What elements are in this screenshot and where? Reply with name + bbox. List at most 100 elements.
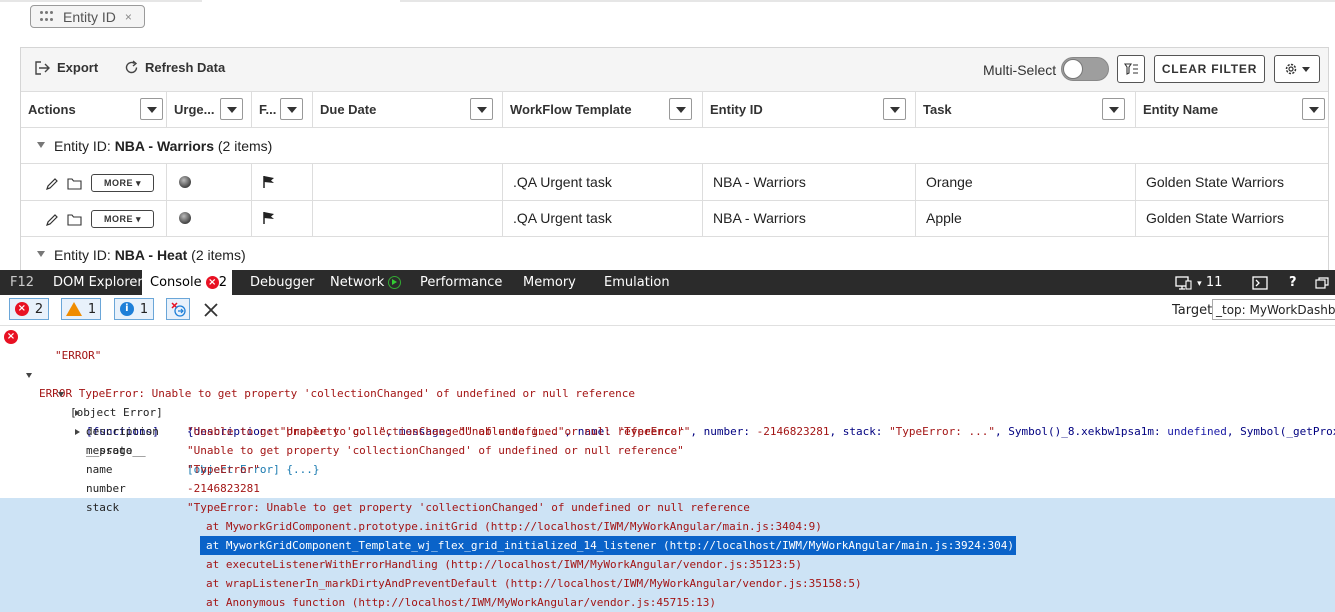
filter-icon (1123, 63, 1138, 75)
collapse-caret-icon[interactable] (37, 251, 45, 257)
column-header-entity-id[interactable]: Entity ID (703, 92, 916, 127)
refresh-data-button[interactable]: Refresh Data (124, 60, 225, 75)
multiselect-toggle[interactable] (1061, 57, 1109, 81)
folder-icon[interactable] (67, 178, 82, 190)
console-error-entry[interactable]: × ERROR TypeError: Unable to get propert… (0, 327, 1335, 400)
column-menu-button[interactable] (280, 98, 303, 120)
devtools-panel: F12 DOM Explorer Console × 2 Debugger Net… (0, 270, 1335, 612)
folder-icon[interactable] (67, 214, 82, 226)
grid-header-row: Actions Urge... F... Due Date WorkFlow T… (21, 92, 1328, 128)
group-row-warriors[interactable]: Entity ID: NBA - Warriors (2 items) (21, 128, 1328, 164)
target-select[interactable]: _top: MyWorkDashboard (1212, 299, 1335, 320)
clear-console-icon[interactable] (203, 302, 219, 318)
stack-trace-line[interactable]: at wrapListenerIn_markDirtyAndPreventDef… (0, 574, 1335, 593)
version-number: 11 (1205, 275, 1223, 290)
column-header-workflow-template[interactable]: WorkFlow Template (503, 92, 703, 127)
device-mode-button[interactable]: ▾ 11 (1175, 270, 1222, 295)
console-prop-row: description "Unable to get property 'coll… (86, 425, 684, 438)
drag-handle-icon[interactable] (40, 10, 54, 23)
console-stack-row[interactable]: stack "TypeError: Unable to get property … (0, 498, 1335, 517)
more-menu-button[interactable]: MORE ▾ (91, 210, 154, 228)
flag-cell (252, 164, 313, 200)
stack-trace-line[interactable]: at MyworkGridComponent.prototype.initGri… (0, 517, 1335, 536)
column-menu-button[interactable] (669, 98, 692, 120)
info-icon: i (119, 302, 134, 316)
stack-trace-line[interactable]: at MyworkGridComponent_Template_wj_flex_… (0, 536, 1335, 555)
target-label: Target (1172, 303, 1213, 318)
actions-cell: MORE ▾ (21, 164, 167, 200)
entity-name-cell: Golden State Warriors (1146, 174, 1284, 190)
stack-trace-line[interactable]: at executeListenerWithErrorHandling (htt… (0, 555, 1335, 574)
table-row[interactable]: MORE ▾ .QA Urgent task NBA - Warriors Ap… (21, 200, 1328, 237)
column-header-urgent[interactable]: Urge... (167, 92, 252, 127)
error-string: "ERROR" (55, 349, 102, 362)
column-menu-button[interactable] (883, 98, 906, 120)
tab-dom-explorer[interactable]: DOM Explorer (53, 270, 143, 295)
window-icon (1315, 276, 1329, 289)
column-menu-button[interactable] (1102, 98, 1125, 120)
workflow-template-cell: .QA Urgent task (503, 164, 703, 200)
clear-on-navigate-button[interactable] (166, 298, 190, 320)
monitor-icon (1175, 275, 1192, 290)
gear-icon (1285, 63, 1297, 75)
console-object-row[interactable]: [object Error] {description: "Unable to … (0, 365, 1335, 438)
column-header-actions[interactable]: Actions (21, 92, 167, 127)
group-row-heat[interactable]: Entity ID: NBA - Heat (2 items) (21, 237, 1328, 270)
multiselect-label: Multi-Select (983, 62, 1057, 78)
flag-icon[interactable] (262, 211, 276, 225)
filter-chip-entity-id[interactable]: Entity ID × (30, 5, 145, 28)
column-menu-button[interactable] (470, 98, 493, 120)
warning-icon (65, 302, 82, 316)
errors-filter-button[interactable]: × 2 (9, 298, 49, 320)
flag-icon[interactable] (262, 175, 276, 189)
actions-cell: MORE ▾ (21, 200, 167, 236)
app-area: Entity ID × Export Refresh Data Multi-Se… (0, 0, 1335, 270)
tab-debugger[interactable]: Debugger (250, 270, 314, 295)
console-prop-row: message "Unable to get property 'collecti… (86, 444, 684, 457)
console-functions-row[interactable]: [functions] (0, 384, 1335, 438)
console-error-count: 2 (218, 275, 228, 290)
tab-network[interactable]: Network (330, 270, 402, 295)
warnings-filter-button[interactable]: 1 (61, 298, 101, 320)
tab-performance[interactable]: Performance (420, 270, 502, 295)
more-menu-button[interactable]: MORE ▾ (91, 174, 154, 192)
info-filter-button[interactable]: i1 (114, 298, 154, 320)
error-icon: × (4, 330, 18, 344)
tab-console[interactable]: Console × 2 (142, 270, 232, 295)
column-menu-button[interactable] (220, 98, 243, 120)
table-row[interactable]: MORE ▾ .QA Urgent task NBA - Warriors Or… (21, 164, 1328, 201)
export-button[interactable]: Export (35, 60, 98, 75)
column-menu-button[interactable] (1302, 98, 1325, 120)
console-output: × ERROR TypeError: Unable to get propert… (0, 326, 1335, 612)
pencil-icon[interactable] (45, 213, 59, 227)
help-icon[interactable]: ? (1289, 270, 1297, 295)
column-header-due-date[interactable]: Due Date (313, 92, 503, 127)
devtools-tab-bar: F12 DOM Explorer Console × 2 Debugger Net… (0, 270, 1335, 295)
undock-button[interactable] (1315, 270, 1329, 295)
console-toggle-button[interactable] (1252, 270, 1268, 295)
column-filter-button[interactable] (1117, 55, 1145, 83)
tab-memory[interactable]: Memory (523, 270, 576, 295)
urgent-cell (167, 164, 252, 200)
column-header-entity-name[interactable]: Entity Name (1136, 92, 1328, 127)
settings-dropdown-button[interactable] (1274, 55, 1320, 83)
column-header-flag[interactable]: F... (252, 92, 313, 127)
pencil-icon[interactable] (45, 177, 59, 191)
column-header-task[interactable]: Task (916, 92, 1136, 127)
error-icon: × (14, 302, 29, 316)
due-date-cell (313, 200, 503, 236)
chevron-down-icon (1302, 66, 1310, 72)
stack-trace-line[interactable]: at Anonymous function (http://localhost/… (0, 593, 1335, 612)
clear-filter-button[interactable]: CLEAR FILTER (1154, 55, 1265, 83)
workflow-template-cell: .QA Urgent task (503, 200, 703, 236)
clear-on-navigate-icon (171, 302, 186, 317)
collapse-caret-icon[interactable] (37, 142, 45, 148)
group-prefix: Entity ID: (54, 247, 115, 263)
grid-toolbar: Export Refresh Data Multi-Select CLEAR F… (21, 48, 1328, 92)
error-icon: × (205, 276, 219, 289)
console-proto-row[interactable]: __proto__ [object Error] {...} (0, 403, 1335, 476)
close-icon[interactable]: × (125, 10, 132, 24)
task-cell: Orange (916, 164, 1136, 200)
tab-emulation[interactable]: Emulation (604, 270, 670, 295)
column-menu-button[interactable] (140, 98, 163, 120)
